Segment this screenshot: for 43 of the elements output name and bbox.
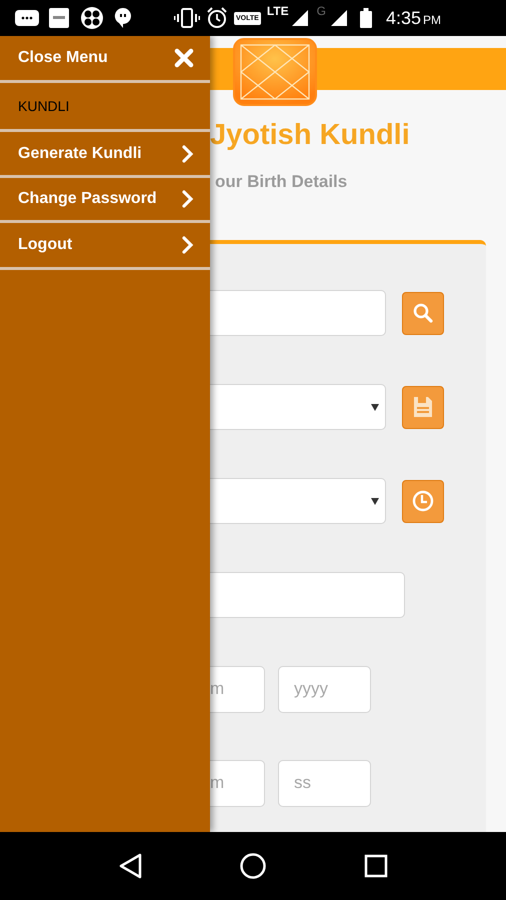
text-field[interactable]: yyyy (278, 666, 371, 712)
back-icon[interactable] (118, 853, 142, 879)
dropdown-arrow-icon (371, 498, 379, 504)
chevron-right-icon (182, 190, 194, 208)
app-icon (48, 7, 70, 29)
save-button[interactable] (402, 386, 444, 428)
menu-item[interactable]: Generate Kundli (0, 132, 210, 175)
close-icon (174, 48, 194, 68)
page-title: Jyotish Kundli (210, 120, 410, 150)
message-icon (14, 8, 40, 28)
text-field[interactable] (210, 290, 386, 336)
signal-icon (290, 9, 309, 27)
home-icon[interactable] (238, 852, 267, 880)
clock-meridiem: PM (423, 12, 441, 28)
chat-icon (114, 7, 132, 29)
close-menu-item[interactable]: Close Menu (0, 36, 210, 80)
menu-item[interactable]: Logout (0, 223, 210, 267)
page-subtitle: our Birth Details (215, 171, 348, 194)
clock-icon (411, 489, 435, 513)
search-button[interactable] (402, 292, 444, 334)
clock-button[interactable] (402, 480, 444, 522)
logo-icon (233, 38, 317, 106)
vibrate-icon (174, 8, 200, 28)
clock-time: 4:35 (386, 6, 421, 30)
text-field[interactable] (210, 572, 405, 618)
battery-icon (360, 8, 372, 28)
recents-icon[interactable] (364, 854, 388, 878)
fan-icon (80, 6, 104, 30)
search-icon (411, 301, 435, 325)
network-label: G (316, 5, 326, 17)
text-field[interactable]: m (210, 666, 265, 712)
alarm-icon (206, 7, 228, 29)
menu-item[interactable]: Change Password (0, 178, 210, 220)
network-label: LTE (266, 5, 289, 17)
text-field[interactable]: ss (278, 760, 371, 806)
signal-icon (330, 9, 348, 27)
text-field[interactable]: m (210, 760, 265, 806)
chevron-right-icon (182, 144, 194, 162)
chevron-right-icon (182, 236, 194, 254)
menu-heading: KUNDLI (17, 96, 70, 116)
dropdown-field[interactable] (210, 384, 386, 430)
dropdown-arrow-icon (371, 404, 379, 410)
dropdown-field[interactable] (210, 478, 386, 524)
